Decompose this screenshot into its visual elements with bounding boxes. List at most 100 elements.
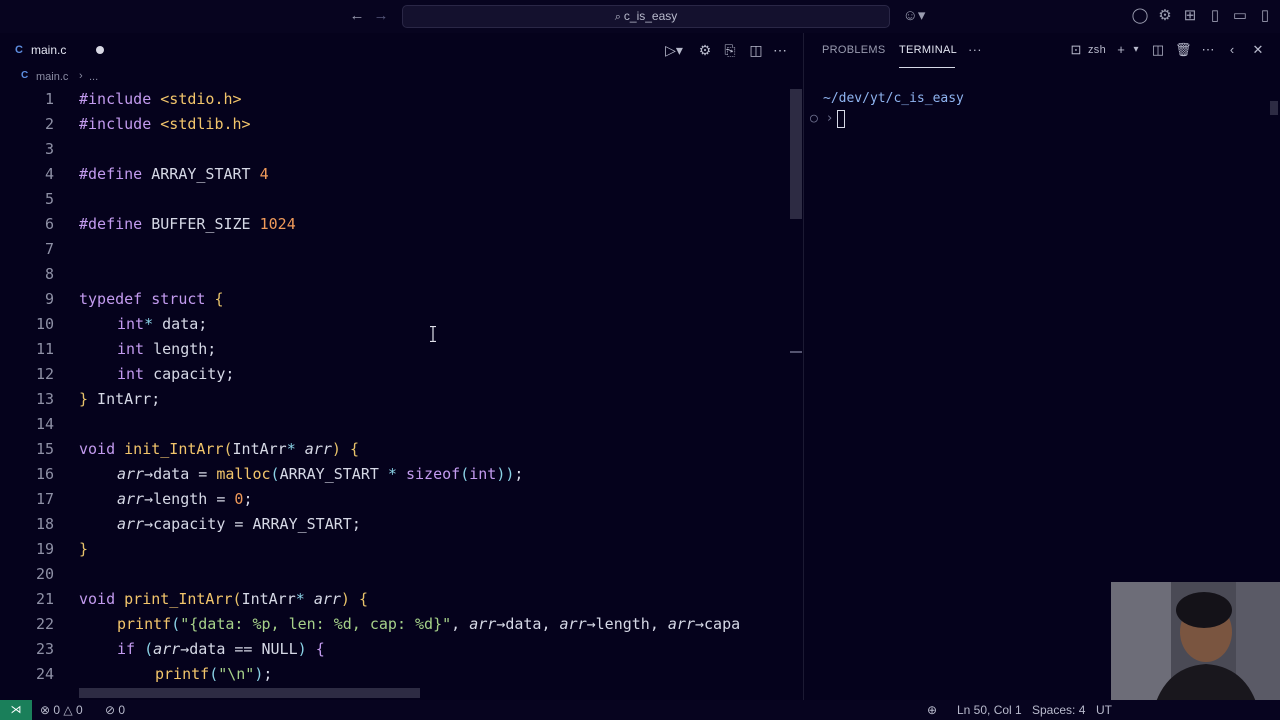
- code-line: 9 typedef struct {: [0, 287, 803, 312]
- forward-arrow-icon[interactable]: →: [372, 7, 390, 25]
- terminal-prompt: ○ ›: [810, 111, 834, 126]
- command-center-search[interactable]: ⌕ c_is_easy: [402, 5, 890, 28]
- terminal-scrollbar-thumb[interactable]: [1270, 101, 1278, 115]
- trash-icon[interactable]: 🗑: [1175, 42, 1192, 58]
- back-arrow-icon[interactable]: ←: [348, 7, 366, 25]
- code-line: 1 #include <stdio.h>: [0, 87, 803, 112]
- line-number: 23: [35, 640, 54, 658]
- breadcrumb: C main.c › ...: [0, 67, 803, 87]
- chevron-left-icon[interactable]: ‹: [1224, 42, 1240, 58]
- code-line: 5: [0, 187, 803, 212]
- code-line: 16 arr→data = malloc(ARRAY_START * sizeof…: [0, 462, 803, 487]
- code-line: 24 printf("\n");: [0, 662, 803, 687]
- line-number: 18: [35, 515, 54, 533]
- code-line: 22 printf("{data: %p, len: %d, cap: %d}",…: [0, 612, 803, 637]
- c-file-icon: C: [15, 44, 23, 56]
- line-number: 3: [44, 140, 54, 158]
- active-tab-indicator: [899, 67, 955, 68]
- horizontal-scrollbar-thumb[interactable]: [79, 688, 420, 698]
- copilot-icon[interactable]: ☺▾: [900, 7, 928, 25]
- tab-problems[interactable]: PROBLEMS: [822, 44, 886, 56]
- panel-more-button[interactable]: ···: [968, 42, 982, 57]
- run-debug-icon[interactable]: ▷▾: [660, 42, 688, 58]
- line-number: 20: [35, 565, 54, 583]
- line-number: 4: [44, 165, 54, 183]
- search-text: c_is_easy: [623, 9, 678, 23]
- code-line: 6 #define BUFFER_SIZE 1024: [0, 212, 803, 237]
- open-changes-icon[interactable]: ⎘: [722, 42, 738, 58]
- account-icon[interactable]: ◯: [1131, 7, 1149, 25]
- line-number: 8: [44, 265, 54, 283]
- c-file-icon: C: [21, 70, 29, 81]
- vertical-scrollbar-thumb[interactable]: [790, 89, 802, 219]
- errors-status[interactable]: ⊗ 0 △ 0: [40, 703, 83, 717]
- terminal-shell-icon: ⊡: [1070, 42, 1082, 57]
- toggle-secondary-sidebar-icon[interactable]: ▯: [1256, 7, 1274, 25]
- title-bar: ← → ⌕ c_is_easy ☺▾ ◯ ⚙ ⊞ ▯ ▭ ▯: [0, 0, 1280, 33]
- split-editor-icon[interactable]: ◫: [748, 42, 764, 58]
- more-actions-icon[interactable]: ⋯: [772, 42, 788, 58]
- code-line: 2 #include <stdlib.h>: [0, 112, 803, 137]
- code-line: 3: [0, 137, 803, 162]
- code-editor[interactable]: 1 #include <stdio.h> 2 #include <stdlib.h>…: [0, 87, 803, 688]
- line-number: 11: [35, 340, 54, 358]
- new-terminal-icon[interactable]: +: [1113, 42, 1129, 58]
- toggle-panel-icon[interactable]: ▭: [1231, 7, 1249, 25]
- close-icon[interactable]: ✕: [1250, 42, 1266, 58]
- chevron-down-icon[interactable]: ▾: [1128, 42, 1144, 58]
- gear-icon[interactable]: ⚙: [697, 42, 713, 58]
- code-line: 7: [0, 237, 803, 262]
- line-number: 22: [35, 615, 54, 633]
- line-number: 14: [35, 415, 54, 433]
- scrollbar-cursor-marker: [790, 351, 802, 353]
- remote-indicator-icon[interactable]: ⋊: [0, 700, 32, 720]
- line-number: 21: [35, 590, 54, 608]
- shell-label[interactable]: zsh: [1088, 44, 1106, 56]
- cursor-position[interactable]: Ln 50, Col 1: [957, 703, 1022, 717]
- line-number: 10: [35, 315, 54, 333]
- code-line: 19}: [0, 537, 803, 562]
- tab-label: main.c: [31, 43, 67, 57]
- code-line: 15 void init_IntArr(IntArr* arr) {: [0, 437, 803, 462]
- line-number: 2: [44, 115, 54, 133]
- split-terminal-icon[interactable]: ◫: [1150, 42, 1166, 58]
- line-number: 16: [35, 465, 54, 483]
- zoom-icon[interactable]: ⊕: [927, 703, 937, 717]
- breadcrumb-more[interactable]: ...: [89, 71, 98, 83]
- search-icon: ⌕: [614, 11, 624, 23]
- error-icon: ⊗: [40, 703, 54, 717]
- line-number: 5: [44, 190, 54, 208]
- more-actions-icon[interactable]: ⋯: [1200, 42, 1216, 58]
- line-number: 1: [44, 90, 54, 108]
- status-bar: ⋊ ⊗ 0 △ 0 ⊘ 0 ⊕ Ln 50, Col 1 Spaces: 4 U…: [0, 700, 1280, 720]
- warning-icon: △: [63, 703, 76, 717]
- code-line: 8: [0, 262, 803, 287]
- line-number: 25: [0, 687, 54, 688]
- line-number: 6: [44, 215, 54, 233]
- code-line: 11 int length;: [0, 337, 803, 362]
- ports-status[interactable]: ⊘ 0: [105, 703, 125, 717]
- code-line: 4 #define ARRAY_START 4: [0, 162, 803, 187]
- ports-icon: ⊘: [105, 703, 119, 717]
- code-line: 10 int* data;: [0, 312, 803, 337]
- toggle-sidebar-icon[interactable]: ▯: [1206, 7, 1224, 25]
- line-number: 13: [35, 390, 54, 408]
- breadcrumb-separator: ›: [79, 70, 83, 82]
- code-line: 20: [0, 562, 803, 587]
- line-number: 19: [35, 540, 54, 558]
- unsaved-dot-icon[interactable]: [96, 46, 104, 54]
- code-line: 14: [0, 412, 803, 437]
- breadcrumb-file[interactable]: main.c: [36, 71, 68, 83]
- gear-icon[interactable]: ⚙: [1156, 7, 1174, 25]
- code-line: 17 arr→length = 0;: [0, 487, 803, 512]
- terminal-path: ~/dev/yt/c_is_easy: [823, 91, 964, 106]
- encoding[interactable]: UT: [1096, 703, 1112, 717]
- indentation[interactable]: Spaces: 4: [1032, 703, 1085, 717]
- tab-terminal[interactable]: TERMINAL: [899, 44, 957, 56]
- tab-main-c[interactable]: C main.c: [0, 33, 118, 67]
- line-number: 24: [35, 665, 54, 683]
- customize-layout-icon[interactable]: ⊞: [1181, 7, 1199, 25]
- code-line: 13} IntArr;: [0, 387, 803, 412]
- line-number: 9: [44, 290, 54, 308]
- code-line: 23 if (arr→data == NULL) {: [0, 637, 803, 662]
